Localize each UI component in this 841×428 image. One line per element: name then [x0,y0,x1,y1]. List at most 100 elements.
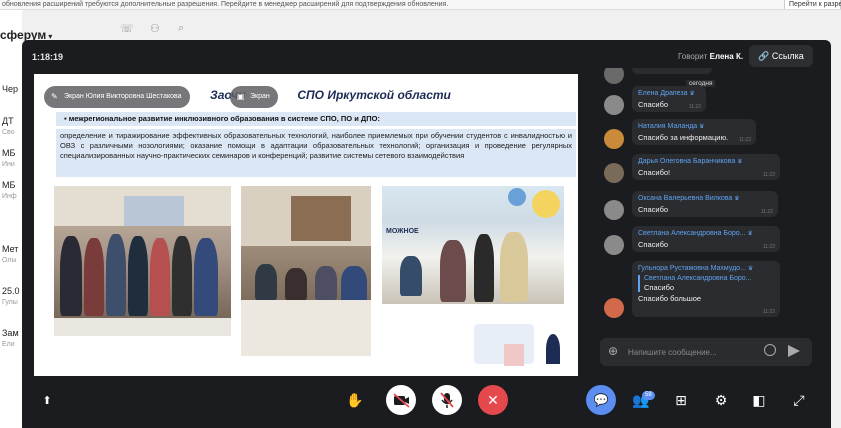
message-author: Светлана Александровна Боро... ♛ [638,230,753,237]
screen-icon: ▣ [237,92,245,101]
extension-permission-notice: обновления расширений требуются дополнит… [0,0,841,10]
active-speaker: Говорит Елена К. [678,52,744,61]
chat-message [632,68,712,74]
attach-plus-icon[interactable]: ⊕ [608,344,618,358]
role-icon: ♛ [747,231,753,237]
microphone-off-icon [440,392,454,408]
role-icon: ♛ [737,159,743,165]
go-to-permissions-button[interactable]: Перейти к разреш [784,0,841,9]
message-author: Елена Драпеза ♛ [638,90,695,97]
pip-icon: ◧ [752,391,766,408]
copy-link-button[interactable]: 🔗 Ссылка [749,45,813,67]
avatar [604,235,624,255]
chat-message: Светлана Александровна Боро... ♛ Спасибо… [632,226,780,252]
reply-quote[interactable]: Светлана Александровна Боро... Спасибо [638,275,774,292]
shared-screen[interactable]: Заочн СПО Иркутской области ✎ Экран Юлия В… [34,74,578,376]
chat-list-item-preview: Гулы [2,299,18,306]
participants-count-badge: 58 [642,391,655,400]
background-search-icon: ⌕ [178,22,185,34]
slide-bullet: ▪ межрегиональное развитие инклюзивного … [56,112,576,126]
grid-icon: ⊞ [675,391,687,408]
chat-list-item-preview: Ини [2,161,15,168]
chat-list-item-preview: Олы [2,257,17,264]
reply-author: Светлана Александровна Боро... [644,275,752,282]
link-icon: 🔗 [758,51,770,61]
message-author: Оксана Валерьевна Вилкова ♛ [638,195,740,202]
hand-icon: ✋ [346,391,364,408]
picture-in-picture-button[interactable]: ◧ [744,385,774,415]
chat-list-item[interactable]: ДТ [2,116,14,126]
chat-message-input[interactable] [628,343,758,361]
stage-banner-text: МОЖНОЕ [386,228,419,235]
message-time: 11:22 [762,244,775,250]
share-screen-button[interactable]: ⬆ [32,385,62,415]
settings-button[interactable]: ⚙ [706,385,736,415]
emoji-icon[interactable] [764,344,776,356]
background-people-icon: ⚇ [150,23,160,35]
slide-decoration [434,304,574,376]
chat-list-item-preview: Сво [2,129,15,136]
notice-text: обновления расширений требуются дополнит… [2,1,449,8]
chat-message: Гульнора Рустамовна Махмудо... ♛ Светлан… [632,261,780,317]
message-time: 11:22 [762,172,775,178]
chat-message: Наталия Маланда ♛ Спасибо за информацию.… [632,119,756,145]
message-time: 11:22 [762,309,775,315]
message-text: Спасибо большое [638,294,702,303]
camera-toggle-button[interactable] [386,385,416,415]
avatar [604,200,624,220]
message-text: Спасибо [638,240,669,249]
chat-list-item-preview: Ели [2,341,15,348]
chat-message: Оксана Валерьевна Вилкова ♛ Спасибо 11:2… [632,191,778,217]
chat-list-item-preview: Инф [2,193,17,200]
message-time: 11:22 [760,209,773,215]
reply-text: Спасибо [644,283,675,292]
chat-toggle-button[interactable]: 💬 [586,385,616,415]
expand-icon: ⤢ [793,391,805,408]
message-author: Гульнора Рустамовна Махмудо... ♛ [638,265,754,272]
chat-list-item[interactable]: Зам [2,328,19,338]
message-text: Спасибо [638,205,669,214]
end-call-button[interactable]: ✕ [478,385,508,415]
chat-message: Дарья Олеговна Баранчикова ♛ Спасибо! 11… [632,154,780,180]
avatar [604,129,624,149]
background-call-icon: ☏ [120,23,134,35]
close-icon: ✕ [487,391,499,408]
raise-hand-button[interactable]: ✋ [340,385,370,415]
pin-icon: ✎ [51,92,58,101]
photo-group-award [54,186,231,336]
gear-icon: ⚙ [714,391,728,408]
send-icon[interactable] [788,345,800,357]
message-text: Спасибо! [638,168,671,177]
role-icon: ♛ [747,266,754,272]
chat-list-item[interactable]: МБ [2,148,15,158]
participants-button[interactable]: 👥 [626,385,656,415]
photo-conference-stage: МОЖНОЕ [382,186,564,304]
chat-list-item[interactable]: Чер [2,84,18,94]
microphone-toggle-button[interactable] [432,385,462,415]
slide-body: определение и тиражирование эффективных … [56,129,576,177]
avatar [604,68,624,84]
screen-label-pill[interactable]: ▣ Экран [230,86,278,108]
photo-seminar-table [241,186,371,356]
chat-list-item[interactable]: МБ [2,180,15,190]
screen-share-label[interactable]: ✎ Экран Юлия Викторовна Шестакова [44,86,190,108]
avatar [604,298,624,318]
avatar [604,95,624,115]
call-timer: 1:18:19 [32,52,64,62]
avatar [604,163,624,183]
chat-input-bar: ⊕ [600,338,812,366]
message-author: Дарья Олеговна Баранчикова ♛ [638,158,743,165]
app-sidebar: сферум ▾ Чер ДТ Сво МБ Ини МБ Инф Мет Олы… [0,10,52,428]
users-icon: 👥 [632,391,650,408]
chat-list-item[interactable]: Мет [2,244,18,254]
camera-off-icon [393,393,410,408]
chat-bubble-icon: 💬 [593,393,609,407]
fullscreen-button[interactable]: ⤢ [784,385,814,415]
chat-list-item[interactable]: 25.0 [2,286,20,296]
message-time: 11:22 [688,104,701,110]
layout-grid-button[interactable]: ⊞ [666,385,696,415]
upload-icon: ⬆ [42,394,52,407]
chat-message: Елена Драпеза ♛ Спасибо 11:22 [632,86,706,112]
role-icon: ♛ [734,196,740,202]
call-chat-panel: сегодня Елена Драпеза ♛ Спасибо 11:22 На… [596,68,816,368]
